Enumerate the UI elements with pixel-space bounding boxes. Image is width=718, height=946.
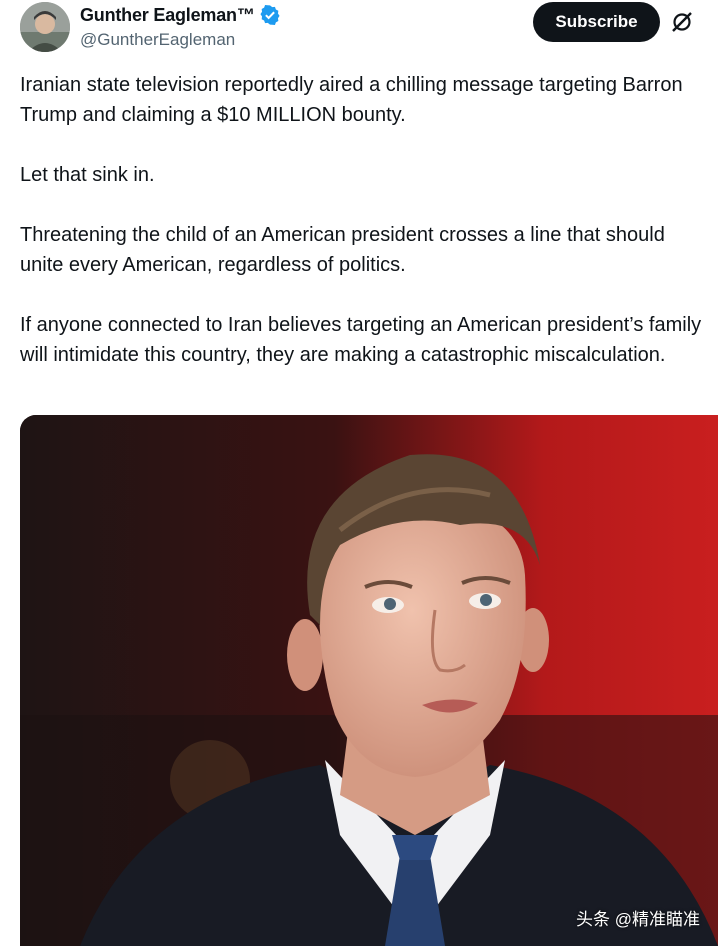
author-display-name[interactable]: Gunther Eagleman™ (80, 5, 255, 26)
subscribe-button[interactable]: Subscribe (533, 2, 660, 42)
tweet-text: Iranian state television reportedly aire… (20, 70, 710, 400)
tweet-paragraph: Threatening the child of an American pre… (20, 224, 665, 276)
grok-icon[interactable] (670, 10, 694, 34)
media-watermark: 头条 @精准瞄准 (576, 910, 700, 929)
tweet-paragraph: Let that sink in. (20, 164, 155, 186)
author-name-row: Gunther Eagleman™ (80, 4, 281, 26)
author-avatar[interactable] (20, 2, 70, 52)
verified-badge-icon (260, 5, 280, 25)
tweet-paragraph: Iranian state television reportedly aire… (20, 74, 683, 126)
avatar-image (20, 2, 70, 52)
media-photo (20, 415, 718, 946)
tweet-media[interactable]: 头条 @精准瞄准 (20, 415, 718, 946)
tweet-header: Gunther Eagleman™ @GuntherEagleman Subsc… (0, 0, 718, 62)
tweet-paragraph: If anyone connected to Iran believes tar… (20, 314, 702, 366)
author-handle[interactable]: @GuntherEagleman (80, 30, 235, 50)
